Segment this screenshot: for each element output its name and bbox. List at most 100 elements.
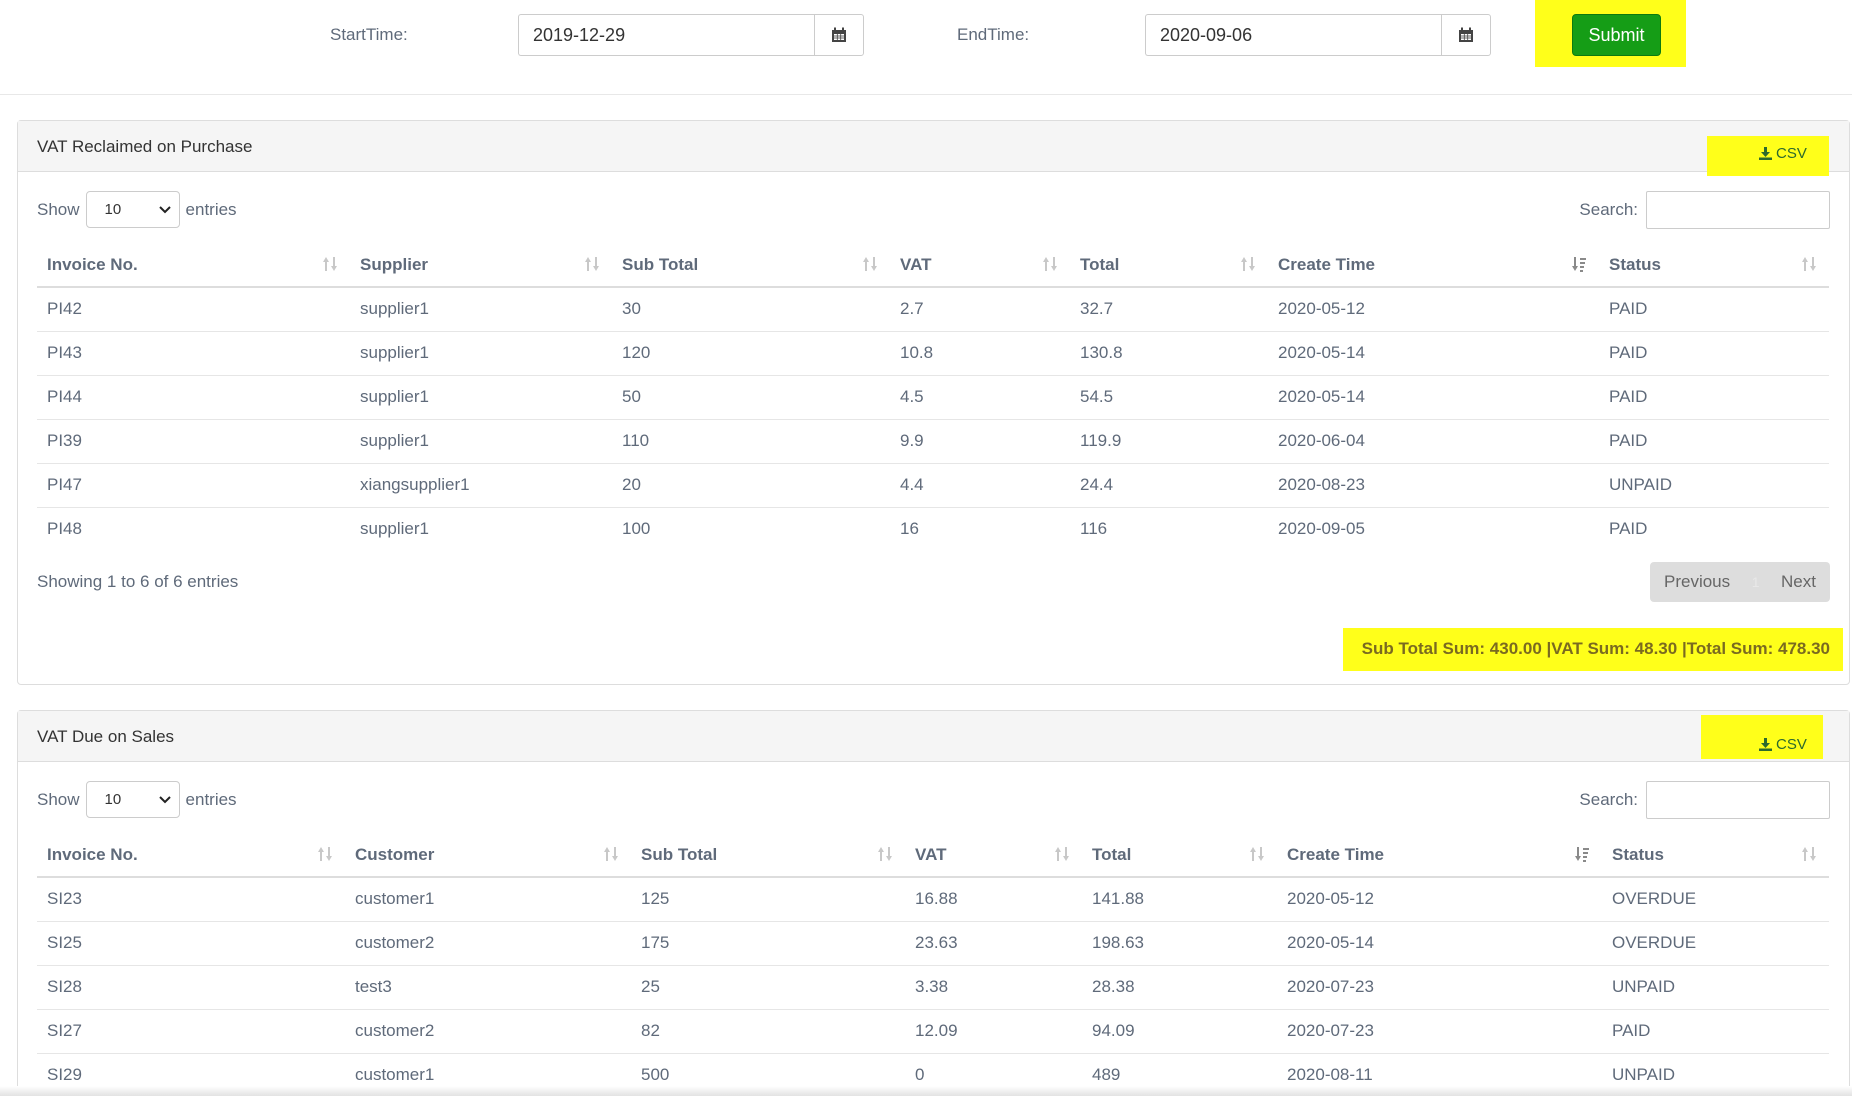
column-header-subtotal[interactable]: Sub Total — [631, 833, 905, 878]
calendar-icon — [1459, 27, 1473, 42]
chevron-down-icon — [158, 795, 171, 803]
download-icon — [1759, 738, 1772, 751]
total-cell: 130.8 — [1070, 330, 1268, 375]
page-length-value: 10 — [104, 201, 122, 218]
sort-icon — [862, 256, 878, 277]
column-header-status[interactable]: Status — [1602, 833, 1829, 878]
table-body: PI42 supplier1 30 2.7 32.7 2020-05-12 PA… — [37, 287, 1829, 551]
customer-cell: customer2 — [345, 920, 631, 965]
status-cell: PAID — [1599, 418, 1829, 463]
table-row: PI39 supplier1 110 9.9 119.9 2020-06-04 … — [37, 418, 1829, 463]
subtotal-cell: 110 — [612, 418, 890, 463]
sort-icon — [1801, 846, 1817, 867]
panel-heading: VAT Due on Sales CSV — [18, 711, 1849, 762]
column-header-create-time[interactable]: Create Time — [1277, 833, 1602, 878]
sort-icon — [1240, 256, 1256, 277]
column-header-customer[interactable]: Customer — [345, 833, 631, 878]
column-header-subtotal[interactable]: Sub Total — [612, 243, 890, 288]
vat-cell: 10.8 — [890, 330, 1070, 375]
status-cell: PAID — [1599, 506, 1829, 551]
total-cell: 28.38 — [1082, 964, 1277, 1009]
end-calendar-button[interactable] — [1441, 14, 1491, 56]
start-calendar-button[interactable] — [814, 14, 864, 56]
csv-download-button[interactable]: CSV — [1759, 145, 1807, 162]
vat-due-panel: VAT Due on Sales CSV Show 10 entries Sea… — [17, 710, 1850, 1096]
table-info: Showing 1 to 6 of 6 entries — [37, 572, 239, 591]
total-cell: 94.09 — [1082, 1008, 1277, 1053]
table-row: PI42 supplier1 30 2.7 32.7 2020-05-12 PA… — [37, 287, 1829, 331]
start-time-input[interactable] — [518, 14, 814, 56]
invoice-cell: PI42 — [47, 299, 82, 319]
search-control: Search: — [1579, 191, 1830, 229]
status-cell: OVERDUE — [1602, 920, 1829, 965]
invoice-cell: PI47 — [37, 462, 350, 507]
csv-download-button[interactable]: CSV — [1759, 736, 1807, 753]
previous-button[interactable]: Previous — [1664, 572, 1730, 592]
status-cell: PAID — [1602, 1008, 1829, 1053]
status-cell: PAID — [1599, 330, 1829, 375]
column-header-status[interactable]: Status — [1599, 243, 1829, 288]
purchase-table: Invoice No. Supplier Sub Total VAT Total… — [37, 243, 1829, 551]
header-row: Invoice No. Customer Sub Total VAT Total… — [37, 833, 1829, 878]
vat-cell: 23.63 — [905, 920, 1082, 965]
invoice-cell: SI28 — [37, 964, 345, 1009]
subtotal-cell: 125 — [641, 889, 670, 909]
vat-reclaimed-panel: VAT Reclaimed on Purchase CSV Show 10 en… — [17, 120, 1850, 685]
status-cell: OVERDUE — [1612, 889, 1697, 909]
column-header-vat[interactable]: VAT — [890, 243, 1070, 288]
supplier-cell: supplier1 — [350, 374, 612, 419]
create-time-cell: 2020-05-14 — [1277, 920, 1602, 965]
table-body: SI23 customer1 125 16.88 141.88 2020-05-… — [37, 877, 1829, 1096]
page-length-value: 10 — [104, 791, 122, 808]
page-number[interactable]: 1 — [1752, 574, 1760, 590]
vat-cell: 9.9 — [890, 418, 1070, 463]
column-header-invoice[interactable]: Invoice No. — [37, 243, 350, 288]
page-length-control: Show 10 entries — [37, 781, 237, 818]
sort-icon — [1249, 846, 1265, 867]
invoice-cell: SI27 — [37, 1008, 345, 1053]
page-length-control: Show 10 entries — [37, 191, 237, 228]
invoice-cell: PI44 — [37, 374, 350, 419]
page-length-select[interactable]: 10 — [85, 781, 180, 818]
end-time-group — [1145, 14, 1491, 56]
column-label: Sub Total — [641, 844, 718, 864]
search-label: Search: — [1579, 790, 1638, 809]
table-row: PI43 supplier1 120 10.8 130.8 2020-05-14… — [37, 330, 1829, 375]
column-header-supplier[interactable]: Supplier — [350, 243, 612, 288]
search-input[interactable] — [1646, 781, 1830, 819]
vat-cell: 16 — [890, 506, 1070, 551]
column-header-total[interactable]: Total — [1070, 243, 1268, 288]
show-label: Show — [37, 789, 80, 809]
sales-table: Invoice No. Customer Sub Total VAT Total… — [37, 833, 1829, 1096]
invoice-cell: PI43 — [37, 330, 350, 375]
search-input[interactable] — [1646, 191, 1830, 229]
create-time-cell: 2020-07-23 — [1277, 1008, 1602, 1053]
sort-icon — [584, 256, 600, 277]
show-label: Show — [37, 199, 80, 219]
table-row: SI27 customer2 82 12.09 94.09 2020-07-23… — [37, 1008, 1829, 1053]
column-header-total[interactable]: Total — [1082, 833, 1277, 878]
csv-label: CSV — [1776, 145, 1807, 162]
table-row: PI47 xiangsupplier1 20 4.4 24.4 2020-08-… — [37, 462, 1829, 507]
subtotal-cell: 82 — [631, 1008, 905, 1053]
column-header-invoice[interactable]: Invoice No. — [37, 833, 345, 878]
sort-icon — [603, 846, 619, 867]
vat-cell: 2.7 — [900, 299, 924, 319]
create-time-cell: 2020-09-05 — [1268, 506, 1599, 551]
sort-desc-icon — [1571, 256, 1587, 277]
column-header-create-time[interactable]: Create Time — [1268, 243, 1599, 288]
page-length-select[interactable]: 10 — [85, 191, 180, 228]
search-label: Search: — [1579, 200, 1638, 219]
column-header-vat[interactable]: VAT — [905, 833, 1082, 878]
total-cell: 119.9 — [1070, 418, 1268, 463]
column-label: VAT — [900, 254, 932, 274]
csv-label: CSV — [1776, 736, 1807, 753]
next-button[interactable]: Next — [1781, 572, 1816, 592]
column-label: Status — [1609, 254, 1661, 274]
end-time-input[interactable] — [1145, 14, 1441, 56]
supplier-cell: xiangsupplier1 — [350, 462, 612, 507]
submit-button[interactable]: Submit — [1572, 14, 1661, 56]
panel-heading: VAT Reclaimed on Purchase CSV — [18, 121, 1849, 176]
invoice-cell: SI23 — [47, 889, 82, 909]
column-label: Supplier — [360, 254, 429, 274]
